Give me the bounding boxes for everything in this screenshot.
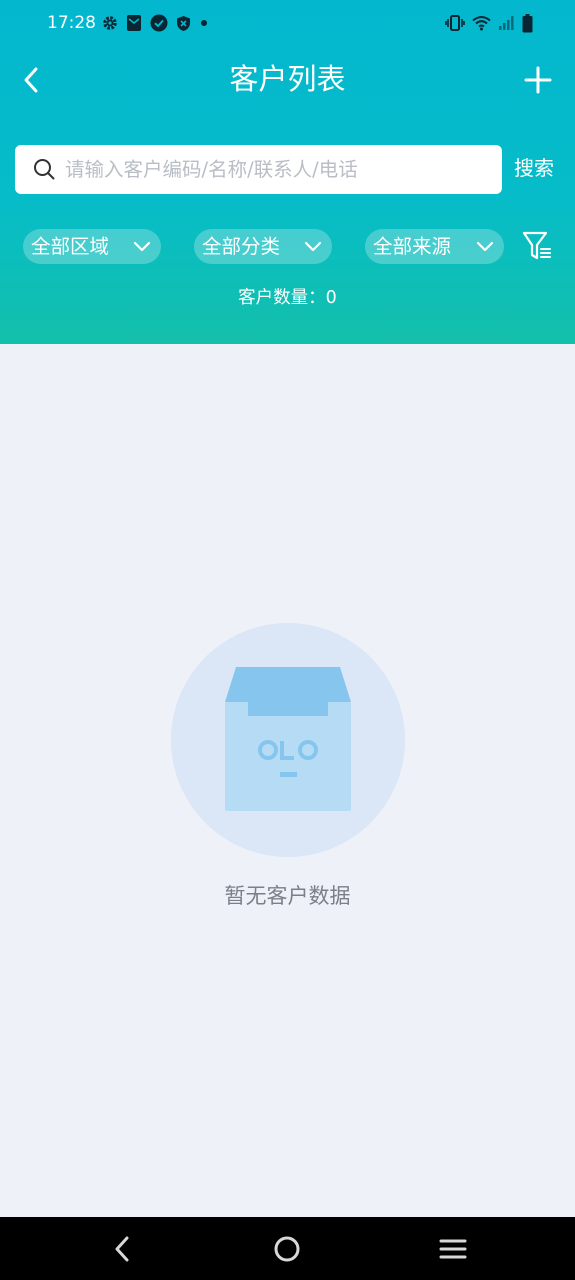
wifi-icon [472, 16, 491, 31]
header: 17:28 客户列表 请输入客户编码/名称/联系人/电话 搜索 全部区域 全部分… [0, 0, 575, 344]
category-filter-label: 全部分类 [202, 235, 281, 258]
chevron-down-icon [476, 241, 494, 252]
source-filter-dropdown[interactable]: 全部来源 [365, 229, 504, 264]
vibrate-icon [445, 15, 465, 31]
page-title: 客户列表 [229, 62, 346, 96]
system-menu-button[interactable] [437, 1233, 469, 1265]
area-filter-label: 全部区域 [31, 235, 110, 258]
check-badge-icon [150, 14, 168, 32]
settings-icon [103, 16, 117, 30]
signal-icon [499, 16, 514, 30]
dot-icon [201, 20, 207, 26]
system-navigation-bar [0, 1217, 575, 1280]
area-filter-dropdown[interactable]: 全部区域 [23, 229, 161, 264]
status-time: 17:28 [47, 13, 96, 33]
home-circle-icon [274, 1236, 300, 1262]
customer-count: 客户数量：0 [238, 288, 337, 308]
source-filter-label: 全部来源 [373, 235, 452, 258]
status-left-icons [102, 13, 217, 33]
status-right-icons [438, 13, 533, 33]
search-icon [34, 159, 55, 180]
search-input[interactable] [65, 145, 490, 194]
plus-icon [524, 66, 552, 94]
mail-icon [127, 15, 141, 31]
empty-box-icon [171, 623, 405, 857]
system-home-button[interactable] [271, 1233, 303, 1265]
menu-icon [439, 1239, 467, 1259]
battery-icon [522, 13, 533, 32]
empty-state-text: 暂无客户数据 [224, 884, 351, 908]
search-box[interactable] [15, 145, 502, 194]
back-triangle-icon [115, 1236, 129, 1262]
chevron-down-icon [133, 241, 151, 252]
filter-icon[interactable] [522, 230, 552, 262]
shield-icon [177, 15, 190, 31]
system-back-button[interactable] [106, 1233, 138, 1265]
status-bar: 17:28 [0, 0, 575, 46]
add-customer-button[interactable] [521, 62, 555, 98]
category-filter-dropdown[interactable]: 全部分类 [194, 229, 332, 264]
chevron-down-icon [304, 241, 322, 252]
search-button[interactable]: 搜索 [514, 154, 554, 182]
